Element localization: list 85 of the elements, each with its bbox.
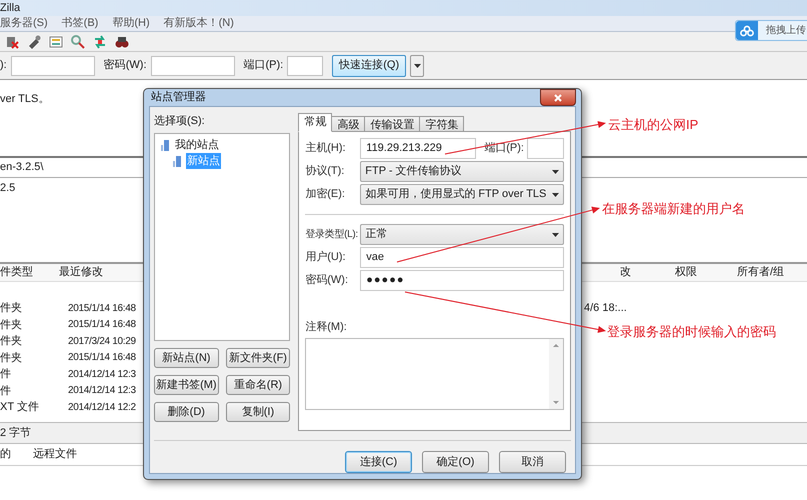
table-cell-text: 2015/1/14 16:48: [68, 351, 136, 366]
upload-label: 拖拽上传: [766, 24, 806, 38]
menu-item[interactable]: 服务器(S): [0, 15, 48, 32]
protocol-select[interactable]: FTP - 文件传输协议: [360, 161, 564, 182]
dialog-button[interactable]: 确定(O): [422, 451, 489, 473]
field-label: 协议(T):: [305, 164, 346, 180]
field-label: 密码(W):: [305, 272, 350, 288]
tab[interactable]: 传输设置: [364, 116, 420, 132]
annotation-text: 在服务器端新建的用户名: [602, 200, 745, 218]
upload-widget[interactable]: 拖拽上传: [735, 20, 807, 41]
column-header[interactable]: 改: [620, 264, 675, 281]
tree-label: 选择项(S):: [154, 114, 206, 127]
field-label: 加密(E):: [305, 186, 346, 202]
input-field[interactable]: [150, 56, 234, 76]
table-cell-text: 件: [0, 384, 12, 398]
local-path: en-3.2.5\: [0, 160, 44, 176]
table-cell-text: XT 文件: [0, 400, 40, 415]
table-cell-text: 2015/1/14 16:48: [68, 318, 136, 332]
dialog-button[interactable]: 连接(C): [345, 451, 412, 473]
dropdown-arrow-icon: [552, 192, 559, 196]
table-cell-text: 2014/12/14 12:3: [68, 368, 136, 382]
field-label: 密码(W):: [104, 58, 146, 74]
caret-icon: [414, 64, 421, 68]
table-cell-text: 2017/3/24 10:29: [68, 334, 136, 349]
panel-icon[interactable]: [48, 34, 64, 50]
queue-tab[interactable]: 的: [0, 446, 11, 463]
table-cell-text: 2015/1/14 16:48: [68, 302, 136, 316]
host-field[interactable]: 119.29.213.229: [360, 138, 476, 159]
dialog-button[interactable]: 取消: [499, 451, 566, 473]
logon-type-select[interactable]: 正常: [360, 224, 564, 245]
dialog-button[interactable]: 新文件夹(F): [226, 348, 290, 368]
dialog-button[interactable]: 重命名(R): [226, 375, 290, 395]
field-label: 注释(M):: [305, 320, 348, 335]
user-field[interactable]: vae: [360, 247, 564, 268]
window-title: Zilla: [0, 0, 20, 16]
tab[interactable]: 常规: [298, 113, 332, 132]
dropdown-arrow-icon: [552, 170, 559, 174]
table-cell-text: 2014/12/14 12:2: [68, 400, 136, 415]
cloud-icon: [740, 24, 754, 36]
menu-item[interactable]: 帮助(H): [112, 15, 150, 32]
status-text: 2 字节: [0, 426, 32, 441]
column-header[interactable]: 权限: [675, 264, 737, 281]
password-field[interactable]: ●●●●●: [360, 270, 564, 291]
up-arrow-icon: [553, 344, 559, 346]
queue-tab[interactable]: 远程文件: [33, 446, 77, 463]
annotation-text: 云主机的公网IP: [608, 116, 698, 134]
dialog-title: 站点管理器: [151, 90, 206, 106]
tree-item[interactable]: 我的站点: [174, 136, 220, 154]
dialog-button[interactable]: 复制(I): [226, 402, 290, 422]
field-label: 用户(U):: [305, 250, 347, 266]
annotation-text: 登录服务器的时候输入的密码: [607, 323, 776, 341]
table-cell-text: 2014/12/14 12:3: [68, 384, 136, 398]
dropdown-arrow-icon: [552, 232, 559, 236]
menu-item[interactable]: 书签(B): [62, 15, 98, 32]
dialog-button[interactable]: 新建书签(M): [154, 375, 219, 395]
field-label: 主机(H):: [305, 140, 347, 156]
menu-item[interactable]: 有新版本！(N): [164, 15, 234, 32]
column-header[interactable]: 件类型: [0, 264, 59, 281]
down-arrow-icon: [553, 400, 559, 404]
table-cell-text: 件: [0, 367, 12, 382]
table-cell-text: 件夹: [0, 350, 23, 366]
close-button[interactable]: [540, 89, 576, 106]
input-field[interactable]: [10, 56, 95, 76]
tab[interactable]: 字符集: [419, 116, 464, 132]
field-label: ):: [0, 58, 7, 74]
table-cell-text: 4/6 18:...: [584, 301, 627, 316]
input-field[interactable]: [287, 56, 324, 76]
field-label: 端口(P):: [244, 58, 284, 74]
close-icon: [554, 94, 562, 102]
port-field[interactable]: [527, 138, 564, 159]
table-cell-text: 件夹: [0, 318, 23, 332]
quickconnect-button[interactable]: 快速连接(Q): [332, 54, 406, 76]
column-header[interactable]: 最近修改: [58, 264, 128, 281]
arrows-icon[interactable]: [92, 34, 108, 50]
field-label: 登录类型(L):: [305, 228, 359, 242]
scrollbar[interactable]: [549, 338, 563, 408]
table-cell-text: 件夹: [0, 301, 23, 316]
comments-field[interactable]: [305, 338, 564, 410]
dialog-button[interactable]: 新站点(N): [154, 348, 219, 368]
dropdown-button[interactable]: [410, 54, 424, 76]
dialog-button[interactable]: 删除(D): [154, 402, 219, 422]
encryption-select[interactable]: 如果可用，使用显式的 FTP over TLS: [360, 184, 564, 205]
log-line: ver TLS。: [0, 93, 50, 105]
table-cell-text: 件夹: [0, 334, 23, 349]
column-header[interactable]: 所有者/组: [737, 264, 807, 281]
